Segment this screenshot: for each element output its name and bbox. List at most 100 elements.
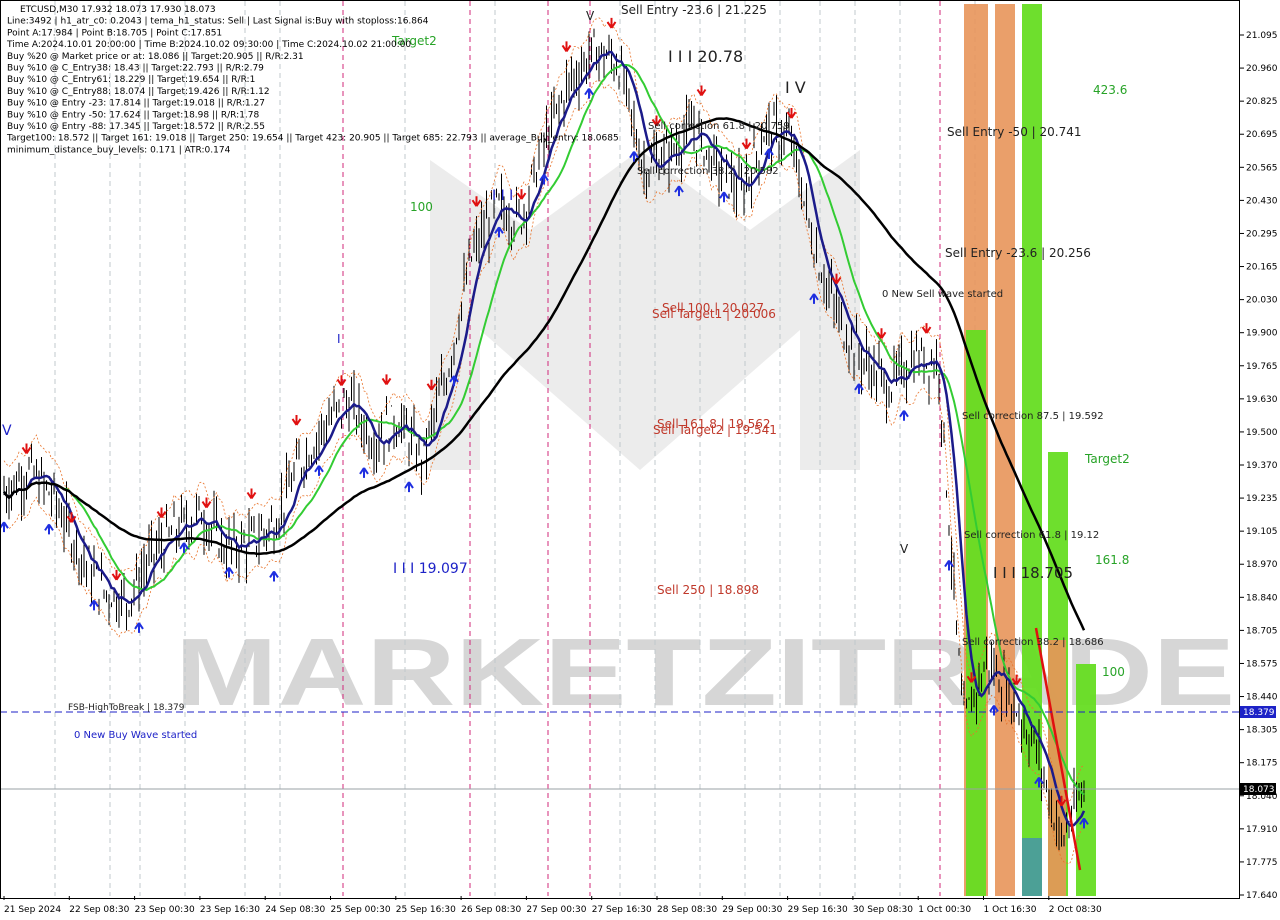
- y-tick-label: 19.235: [1246, 494, 1278, 504]
- info-panel: ETCUSD,M30 17.932 18.073 17.930 18.073 Li…: [6, 5, 619, 155]
- chart-annotation: I I I: [492, 188, 513, 204]
- x-tick-label: 23 Sep 00:30: [135, 905, 195, 915]
- buy-arrow-icon: [269, 570, 279, 582]
- y-tick-label: 18.840: [1246, 593, 1278, 603]
- x-tick-label: 22 Sep 08:30: [69, 905, 129, 915]
- info-line: ETCUSD,M30 17.932 18.073 17.930 18.073: [20, 5, 216, 15]
- info-line: Line:3492 | h1_atr_c0: 0.2043 | tema_h1_…: [7, 17, 429, 27]
- y-tick-label: 20.825: [1246, 97, 1278, 107]
- chart-annotation: Sell 250 | 18.898: [657, 583, 759, 597]
- chart-annotation: I I I 19.097: [393, 561, 468, 577]
- chart-annotation: Sell correction 87.5 | 19.592: [962, 411, 1104, 422]
- x-tick-label: 25 Sep 00:30: [331, 905, 391, 915]
- buy-arrow-icon: [0, 521, 9, 533]
- fsb-price-tag-text: 18.379: [1243, 708, 1275, 718]
- buy-arrow-icon: [359, 467, 369, 478]
- y-tick-label: 19.630: [1246, 395, 1278, 405]
- chart-annotation: I V: [785, 78, 806, 97]
- buy-arrow-icon: [134, 622, 144, 633]
- y-tick-label: 20.565: [1246, 163, 1278, 173]
- info-line: Target100: 18.572 || Target 161: 19.018 …: [6, 134, 619, 144]
- current-price-tag: 18.073: [1240, 783, 1276, 795]
- chart-annotation: Sell Entry -23.6 | 21.225: [621, 3, 767, 17]
- x-tick-label: 27 Sep 00:30: [526, 905, 586, 915]
- y-tick-label: 17.910: [1246, 825, 1278, 835]
- y-tick-label: 18.175: [1246, 759, 1278, 769]
- chart-annotation: 0 New Sell wave started: [882, 289, 1003, 300]
- buy-arrow-icon: [179, 542, 189, 553]
- sell-arrow-icon: [291, 414, 302, 426]
- x-tick-label: 27 Sep 16:30: [592, 905, 652, 915]
- teal-band: [1022, 838, 1042, 896]
- chart-annotation: 0 New Buy Wave started: [74, 730, 197, 741]
- y-tick-label: 19.105: [1246, 527, 1278, 537]
- sell-arrow-icon: [606, 17, 617, 29]
- y-tick-label: 18.705: [1246, 626, 1278, 636]
- y-tick-label: 19.765: [1246, 362, 1278, 372]
- chart-annotation: Sell Entry -23.6 | 20.256: [945, 246, 1091, 260]
- info-line: Buy %10 @ C_Entry88: 18.074 || Target:19…: [7, 87, 270, 97]
- sell-arrow-icon: [741, 138, 752, 150]
- x-tick-label: 26 Sep 08:30: [461, 905, 521, 915]
- y-tick-label: 17.775: [1246, 858, 1278, 868]
- info-line: Buy %10 @ C_Entry61: 18.229 || Target:19…: [7, 75, 255, 85]
- chart-annotation: Sell correction 61.8 | 19.12: [964, 530, 1099, 541]
- info-line: minimum_distance_buy_levels: 0.171 | ATR…: [7, 145, 231, 155]
- x-tick-label: 23 Sep 16:30: [200, 905, 260, 915]
- x-tick-label: 29 Sep 00:30: [722, 905, 782, 915]
- sell-arrow-icon: [696, 85, 707, 97]
- x-tick-label: 21 Sep 2024: [4, 905, 61, 915]
- chart-annotation: 161.8: [1095, 553, 1129, 567]
- x-tick-label: 25 Sep 16:30: [396, 905, 456, 915]
- y-tick-label: 18.970: [1246, 560, 1278, 570]
- x-tick-label: 28 Sep 08:30: [657, 905, 717, 915]
- sell-arrow-icon: [381, 374, 392, 385]
- x-tick-label: 24 Sep 08:30: [265, 905, 325, 915]
- chart-annotation: V: [586, 9, 595, 23]
- y-tick-label: 20.960: [1246, 64, 1278, 74]
- chart-annotation: Sell Target1 | 20.006: [652, 307, 776, 321]
- fsb-price-tag: 18.379: [1240, 706, 1276, 718]
- info-line: Buy %10 @ C_Entry38: 18.43 || Target:22.…: [7, 64, 264, 74]
- y-tick-label: 18.440: [1246, 693, 1278, 703]
- y-tick-label: 19.500: [1246, 428, 1278, 438]
- x-tick-label: 2 Oct 08:30: [1049, 905, 1102, 915]
- chart-annotation: V: [900, 542, 909, 556]
- chart-annotation: I I I 18.705: [993, 564, 1073, 582]
- chart-annotation: I I I 20.78: [668, 47, 743, 66]
- chart-annotation: Sell correction 38.2 | 18.686: [962, 637, 1104, 648]
- y-tick-label: 20.030: [1246, 296, 1278, 306]
- y-tick-label: 20.165: [1246, 263, 1278, 273]
- y-tick-label: 18.575: [1246, 659, 1278, 669]
- chart-annotation: V: [2, 423, 12, 439]
- chart-annotation: Target2: [1084, 452, 1130, 466]
- info-line: Buy %10 @ Entry -88: 17.345 || Target:18…: [7, 122, 265, 132]
- y-tick-label: 19.900: [1246, 329, 1278, 339]
- buy-arrow-icon: [899, 410, 909, 421]
- y-tick-label: 18.305: [1246, 726, 1278, 736]
- sell-arrow-icon: [921, 323, 932, 334]
- price-chart: MARKETZITRADE Sell Entry -23.6 | 21.225I…: [0, 0, 1278, 915]
- chart-annotation: 423.6: [1093, 83, 1127, 97]
- info-line: Buy %10 @ Entry -50: 17.624 || Target:18…: [7, 110, 260, 120]
- sell-arrow-icon: [561, 41, 572, 52]
- info-line: Buy %10 @ Entry -23: 17.814 || Target:19…: [7, 99, 265, 109]
- info-line: Buy %20 @ Market price or at: 18.086 || …: [7, 52, 304, 62]
- x-tick-label: 29 Sep 16:30: [788, 905, 848, 915]
- sell-arrow-icon: [246, 488, 257, 500]
- chart-annotation: I: [337, 332, 341, 346]
- sell-arrow-icon: [156, 507, 167, 519]
- y-tick-label: 17.640: [1246, 891, 1278, 901]
- x-tick-label: 1 Oct 00:30: [918, 905, 971, 915]
- chart-annotation: Sell correction 61.8 | 20.759: [648, 121, 790, 132]
- y-tick-label: 19.370: [1246, 461, 1278, 471]
- current-price-tag-text: 18.073: [1243, 785, 1275, 795]
- x-tick-label: 1 Oct 16:30: [984, 905, 1037, 915]
- x-tick-label: 30 Sep 08:30: [853, 905, 913, 915]
- chart-annotation: Sell Target2 | 19.541: [653, 423, 777, 437]
- chart-annotation: Sell correction 38.2 | 20.582: [637, 166, 779, 177]
- buy-arrow-icon: [44, 523, 54, 535]
- y-tick-label: 20.695: [1246, 130, 1278, 140]
- price-axis: 21.095 20.960 20.825 20.695 20.565 20.430 20.2…: [1240, 31, 1278, 901]
- buy-arrow-icon: [314, 465, 324, 476]
